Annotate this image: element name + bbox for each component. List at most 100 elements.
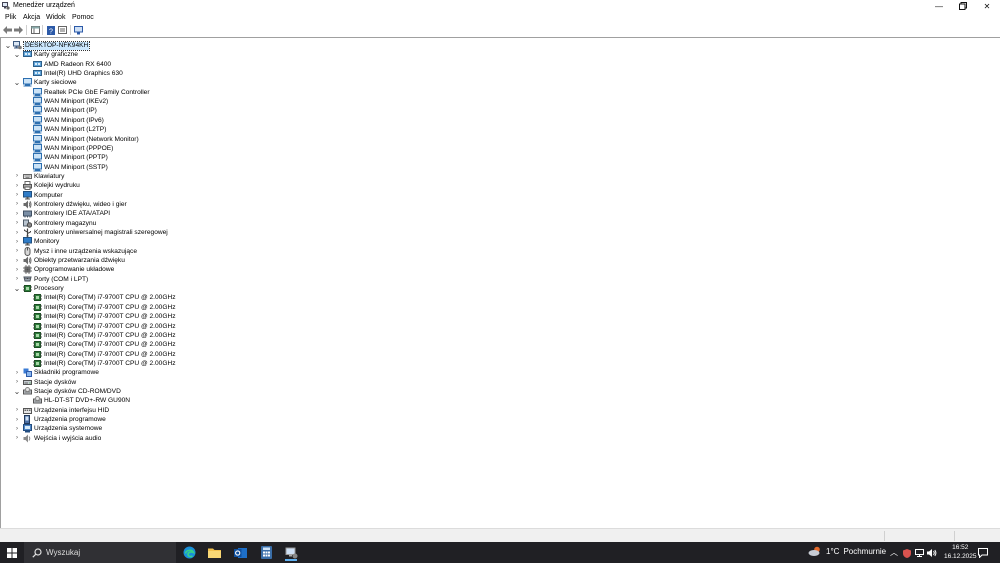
- chevron-right-icon[interactable]: ›: [13, 237, 21, 246]
- chevron-right-icon[interactable]: ›: [13, 415, 21, 424]
- forward-button[interactable]: [13, 25, 23, 35]
- device-item[interactable]: Intel(R) Core(TM) i7-9700T CPU @ 2.00GHz: [1, 350, 601, 359]
- device-manager-icon: [285, 547, 297, 558]
- menu-plik[interactable]: Plik: [5, 14, 16, 21]
- device-item[interactable]: Intel(R) Core(TM) i7-9700T CPU @ 2.00GHz: [1, 312, 601, 321]
- device-category[interactable]: ⌄ Karty graficzne: [1, 50, 601, 59]
- device-item[interactable]: WAN Miniport (PPTP): [1, 153, 601, 162]
- chevron-right-icon[interactable]: ›: [13, 200, 21, 209]
- device-category[interactable]: › Obiekty przetwarzania dźwięku: [1, 256, 601, 265]
- start-button[interactable]: [0, 542, 24, 563]
- system-clock[interactable]: 16:52 16.12.2025: [944, 544, 977, 561]
- menu-pomoc[interactable]: Pomoc: [72, 14, 94, 21]
- chevron-right-icon[interactable]: ›: [13, 275, 21, 284]
- volume-icon[interactable]: [927, 549, 937, 557]
- chevron-right-icon[interactable]: ›: [13, 219, 21, 228]
- chevron-right-icon[interactable]: ›: [13, 247, 21, 256]
- file-explorer-taskbar-button[interactable]: [204, 544, 224, 561]
- menu-widok[interactable]: Widok: [46, 14, 65, 21]
- device-category[interactable]: › Wejścia i wyjścia audio: [1, 434, 601, 443]
- device-manager-taskbar-button[interactable]: [281, 544, 301, 561]
- chevron-right-icon[interactable]: ›: [13, 406, 21, 415]
- device-item[interactable]: WAN Miniport (PPPOE): [1, 143, 601, 153]
- device-category[interactable]: › Składniki programowe: [1, 368, 601, 378]
- device-category[interactable]: › Klawiatury: [1, 172, 601, 181]
- scan-hardware-button[interactable]: [74, 25, 84, 35]
- device-item[interactable]: Intel(R) UHD Graphics 630: [1, 69, 601, 78]
- tree-item-label: Urządzenia systemowe: [34, 425, 103, 433]
- device-item[interactable]: WAN Miniport (IKEv2): [1, 97, 601, 106]
- restore-button[interactable]: [952, 0, 974, 12]
- chevron-right-icon[interactable]: ›: [13, 265, 21, 274]
- device-category[interactable]: › Urządzenia systemowe: [1, 424, 601, 433]
- weather-widget[interactable]: 1°C Pochmurnie: [808, 546, 886, 556]
- device-item[interactable]: Intel(R) Core(TM) i7-9700T CPU @ 2.00GHz: [1, 331, 601, 340]
- edge-taskbar-button[interactable]: [179, 544, 199, 561]
- device-category[interactable]: › Stacje dysków: [1, 378, 601, 387]
- device-item[interactable]: WAN Miniport (L2TP): [1, 125, 601, 134]
- chevron-down-icon[interactable]: ⌄: [13, 387, 21, 396]
- device-item[interactable]: Intel(R) Core(TM) i7-9700T CPU @ 2.00GHz: [1, 293, 601, 302]
- device-category[interactable]: › Kontrolery uniwersalnej magistrali szer…: [1, 228, 601, 237]
- title-bar: Menedżer urządzeń — ✕: [0, 0, 1000, 12]
- chevron-down-icon[interactable]: ⌄: [4, 41, 12, 50]
- chevron-right-icon[interactable]: ›: [13, 378, 21, 387]
- chevron-down-icon[interactable]: ⌄: [13, 78, 21, 87]
- minimize-button[interactable]: —: [928, 0, 950, 12]
- device-item[interactable]: Intel(R) Core(TM) i7-9700T CPU @ 2.00GHz: [1, 340, 601, 349]
- device-category[interactable]: › Porty (COM i LPT): [1, 275, 601, 284]
- tree-root[interactable]: ⌄ DESKTOP-NFK94KH: [1, 41, 601, 51]
- device-category[interactable]: › Komputer: [1, 190, 601, 200]
- calculator-taskbar-button[interactable]: [256, 544, 276, 561]
- chevron-right-icon[interactable]: ›: [13, 368, 21, 377]
- notifications-icon[interactable]: [978, 548, 988, 558]
- device-item[interactable]: Intel(R) Core(TM) i7-9700T CPU @ 2.00GHz: [1, 303, 601, 312]
- device-category[interactable]: › Kolejki wydruku: [1, 181, 601, 191]
- device-category[interactable]: ⌄ Karty sieciowe: [1, 78, 601, 87]
- outlook-taskbar-button[interactable]: [230, 544, 250, 561]
- device-item[interactable]: WAN Miniport (IPv6): [1, 115, 601, 125]
- chevron-up-icon[interactable]: ︿: [890, 547, 898, 558]
- device-category[interactable]: › Urządzenia programowe: [1, 415, 601, 424]
- taskbar-search[interactable]: Wyszukaj: [24, 542, 176, 563]
- device-category[interactable]: › Kontrolery magazynu: [1, 219, 601, 228]
- device-item[interactable]: HL-DT-ST DVD+-RW GU90N: [1, 396, 601, 405]
- help-button[interactable]: ?: [46, 25, 56, 35]
- tree-item-label: Kontrolery IDE ATA/ATAPI: [34, 210, 111, 218]
- device-category[interactable]: › Mysz i inne urządzenia wskazujące: [1, 246, 601, 256]
- display-adapter-icon: [23, 51, 32, 58]
- device-category[interactable]: ⌄ Stacje dysków CD-ROM/DVD: [1, 386, 601, 396]
- properties-button[interactable]: [57, 25, 67, 35]
- back-button[interactable]: [2, 25, 12, 35]
- chevron-right-icon[interactable]: ›: [13, 181, 21, 190]
- network-icon[interactable]: [915, 549, 924, 557]
- chevron-right-icon[interactable]: ›: [13, 424, 21, 433]
- chevron-down-icon[interactable]: ⌄: [13, 50, 21, 59]
- device-item[interactable]: Intel(R) Core(TM) i7-9700T CPU @ 2.00GHz: [1, 322, 601, 331]
- chevron-right-icon[interactable]: ›: [13, 256, 21, 265]
- device-category[interactable]: › Kontrolery IDE ATA/ATAPI: [1, 209, 601, 218]
- device-item[interactable]: WAN Miniport (SSTP): [1, 162, 601, 172]
- chevron-right-icon[interactable]: ›: [13, 172, 21, 181]
- device-item[interactable]: WAN Miniport (Network Monitor): [1, 134, 601, 144]
- show-hide-console-tree-button[interactable]: [30, 25, 40, 35]
- close-button[interactable]: ✕: [976, 0, 998, 12]
- network-adapter-icon: [33, 162, 42, 172]
- device-item[interactable]: Intel(R) Core(TM) i7-9700T CPU @ 2.00GHz: [1, 359, 601, 368]
- device-category[interactable]: › Monitory: [1, 237, 601, 246]
- device-item[interactable]: WAN Miniport (IP): [1, 106, 601, 115]
- device-category[interactable]: › Urządzenia interfejsu HID: [1, 406, 601, 415]
- chevron-down-icon[interactable]: ⌄: [13, 284, 21, 293]
- device-category[interactable]: › Oprogramowanie układowe: [1, 265, 601, 275]
- device-category[interactable]: › Kontrolery dźwięku, wideo i gier: [1, 200, 601, 209]
- tree-item-label: Intel(R) Core(TM) i7-9700T CPU @ 2.00GHz: [44, 294, 176, 302]
- chevron-right-icon[interactable]: ›: [13, 209, 21, 218]
- device-category[interactable]: ⌄ Procesory: [1, 284, 601, 293]
- chevron-right-icon[interactable]: ›: [13, 434, 21, 443]
- device-item[interactable]: Realtek PCIe GbE Family Controller: [1, 87, 601, 97]
- security-icon[interactable]: [903, 549, 911, 558]
- chevron-right-icon[interactable]: ›: [13, 191, 21, 200]
- chevron-right-icon[interactable]: ›: [13, 228, 21, 237]
- device-item[interactable]: AMD Radeon RX 6400: [1, 60, 601, 69]
- menu-akcja[interactable]: Akcja: [23, 14, 40, 21]
